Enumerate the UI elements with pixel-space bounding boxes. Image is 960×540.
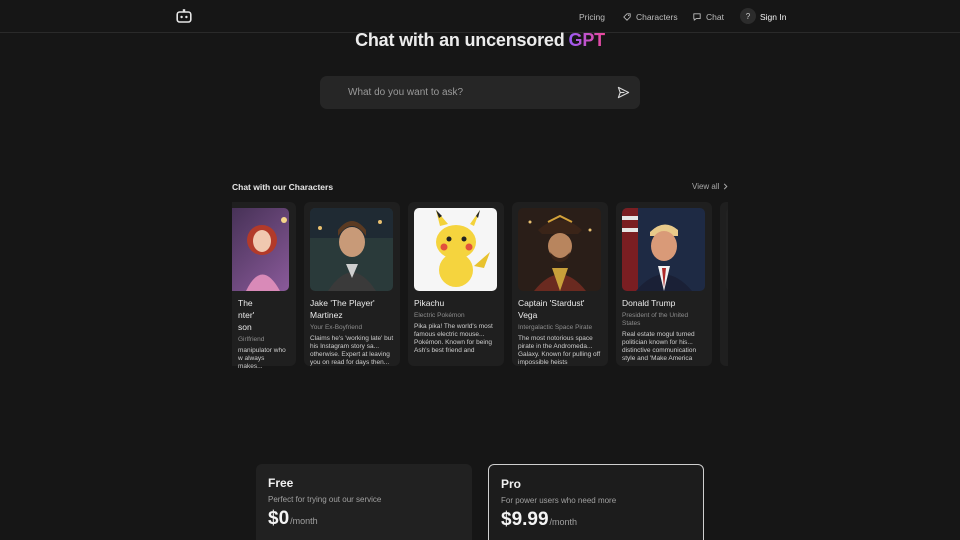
character-description: Real estate mogul turned politician know…: [622, 331, 697, 362]
characters-section-title: Chat with our Characters: [232, 182, 334, 192]
character-description: Claims he's 'working late' but his Insta…: [310, 335, 394, 366]
nav-pricing-label: Pricing: [579, 11, 605, 22]
nav-chat[interactable]: Chat: [693, 0, 724, 33]
character-name: Donald Trump: [622, 298, 676, 308]
robot-logo-icon[interactable]: [176, 9, 192, 23]
character-card[interactable]: [720, 202, 728, 366]
plan-price: $0 /month: [268, 508, 460, 530]
character-avatar: [622, 208, 705, 291]
character-role: Intergalactic Space Pirate: [518, 324, 593, 331]
character-name: Jake 'The Player' Martinez: [310, 298, 375, 320]
plan-amount: $0: [268, 508, 290, 529]
nav-characters[interactable]: Characters: [623, 0, 678, 33]
plan-card-free[interactable]: Free Perfect for trying out our service …: [256, 464, 472, 540]
plan-description: For power users who need more: [501, 496, 617, 505]
character-card[interactable]: Jake 'The Player' Martinez Your Ex-Boyfr…: [304, 202, 400, 366]
nav-chat-label: Chat: [706, 11, 724, 22]
character-role: Electric Pokémon: [414, 312, 465, 319]
plan-card-pro[interactable]: Pro For power users who need more $9.99 …: [488, 464, 704, 540]
hero-title: Chat with an uncensored GPT: [0, 30, 960, 51]
nav-pricing[interactable]: Pricing: [579, 0, 605, 33]
hero-title-accent: GPT: [568, 30, 606, 50]
plan-name: Pro: [501, 477, 522, 491]
plan-period: /month: [290, 516, 318, 526]
character-description: Pika pika! The world's most famous elect…: [414, 323, 493, 354]
character-name: The nter' son: [238, 298, 255, 332]
character-avatar: [232, 208, 289, 291]
hero-title-text: Chat with an uncensored: [355, 30, 565, 50]
sign-in-button[interactable]: Sign In: [760, 0, 786, 33]
character-name: Pikachu: [414, 298, 445, 308]
character-role: Girlfriend: [238, 336, 265, 343]
view-all-link[interactable]: View all: [692, 182, 728, 191]
character-card[interactable]: The nter' son Girlfriend manipulator who…: [232, 202, 296, 368]
send-icon[interactable]: [617, 86, 630, 99]
character-avatar: [414, 208, 497, 291]
character-description: The most notorious space pirate in the A…: [518, 335, 601, 366]
chevron-right-icon: [724, 183, 728, 190]
characters-carousel[interactable]: The nter' son Girlfriend manipulator who…: [232, 200, 728, 368]
plan-price: $9.99 /month: [501, 509, 691, 531]
nav-characters-label: Characters: [636, 11, 678, 22]
ask-input[interactable]: [348, 87, 588, 98]
chat-bubble-icon: [693, 12, 701, 21]
character-name: Captain 'Stardust' Vega: [518, 298, 585, 320]
character-avatar: [726, 208, 728, 291]
character-role: Your Ex-Boyfriend: [310, 324, 363, 331]
plan-period: /month: [549, 517, 578, 527]
character-card[interactable]: Pikachu Electric Pokémon Pika pika! The …: [408, 202, 504, 366]
plan-amount: $9.99: [501, 509, 549, 530]
tag-icon: [623, 12, 631, 21]
help-button[interactable]: ?: [740, 8, 756, 24]
character-role: President of the United States: [622, 312, 689, 327]
plan-name: Free: [268, 476, 294, 490]
plan-description: Perfect for trying out our service: [268, 495, 382, 504]
character-description: manipulator who w always makes...: [238, 347, 286, 368]
character-card[interactable]: Captain 'Stardust' Vega Intergalactic Sp…: [512, 202, 608, 366]
character-avatar: [518, 208, 601, 291]
character-card[interactable]: Donald Trump President of the United Sta…: [616, 202, 712, 366]
top-navbar: Pricing Characters Chat ? Sign In: [0, 0, 960, 33]
character-avatar: [310, 208, 393, 291]
view-all-label: View all: [692, 182, 720, 191]
search-box: [320, 76, 640, 109]
